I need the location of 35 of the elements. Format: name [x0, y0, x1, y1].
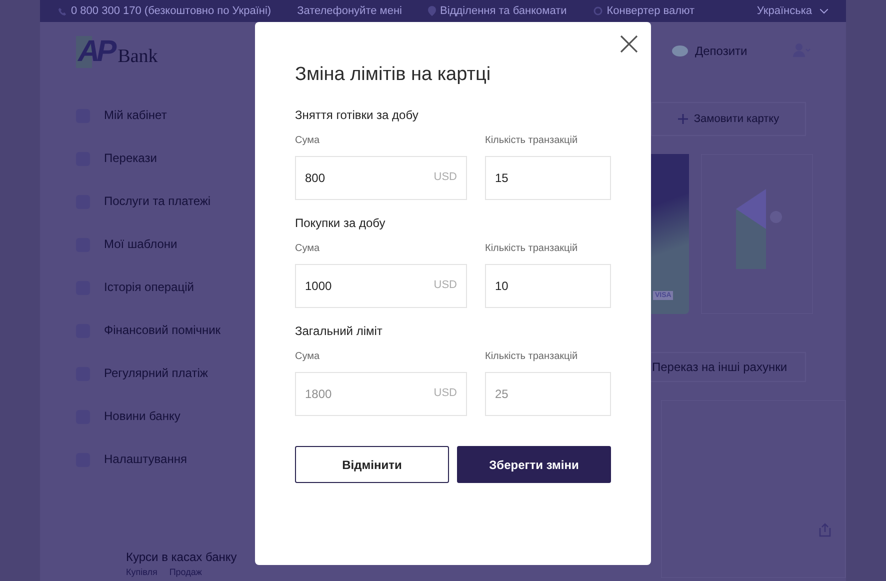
sidebar-item[interactable]: Регулярний платіж	[104, 367, 224, 380]
save-button[interactable]: Зберегти зміни	[457, 446, 611, 483]
rates-title: Курси в касах банку	[126, 550, 238, 564]
sidebar-item[interactable]: Перекази	[104, 152, 224, 165]
sidebar-item[interactable]: Історія операцій	[104, 281, 224, 294]
field-label: Сума	[295, 243, 321, 254]
sidebar-item[interactable]: Послуги та платежі	[104, 195, 224, 208]
logo-text: Bank	[118, 46, 158, 68]
currency-label: USD	[434, 279, 457, 291]
sidebar-item[interactable]: Мої шаблони	[104, 238, 224, 251]
callback-link[interactable]: Зателефонуйте мені	[297, 5, 402, 17]
field-label: Сума	[295, 351, 321, 362]
field-label: Кількість транзакцій	[485, 135, 579, 146]
currency-label: USD	[434, 387, 457, 399]
field-label: Сума	[295, 135, 321, 146]
sidebar-item[interactable]: Фінансовий помічник	[104, 324, 224, 337]
converter-link[interactable]: Конвертер валют	[592, 5, 695, 17]
section-heading: Зняття готівки за добу	[295, 108, 420, 122]
section-heading: Загальний ліміт	[295, 324, 384, 338]
sidebar-item[interactable]: Мій кабінет	[104, 109, 224, 122]
deposits-link[interactable]: Депозити	[671, 44, 748, 58]
field-label: Кількість транзакцій	[485, 243, 579, 254]
field-label: Кількість транзакцій	[485, 351, 579, 362]
cancel-button[interactable]: Відмінити	[295, 446, 449, 483]
branches-link[interactable]: Відділення та банкомати	[428, 5, 567, 17]
language-selector[interactable]: Українська	[756, 5, 812, 17]
currency-label: USD	[434, 171, 457, 183]
sidebar-item[interactable]: Налаштування	[104, 453, 224, 466]
order-card-button[interactable]: Замовити картку	[651, 102, 806, 136]
count-field[interactable]: 10	[485, 264, 611, 308]
dialog-title: Зміна лімітів на картці	[295, 64, 492, 86]
count-field[interactable]: 15	[485, 156, 611, 200]
phone-link[interactable]: 0 800 300 170 (безкоштовно по Україні)	[58, 5, 272, 17]
sidebar-item[interactable]: Новини банку	[104, 410, 224, 423]
section-heading: Покупки за добу	[295, 216, 386, 230]
